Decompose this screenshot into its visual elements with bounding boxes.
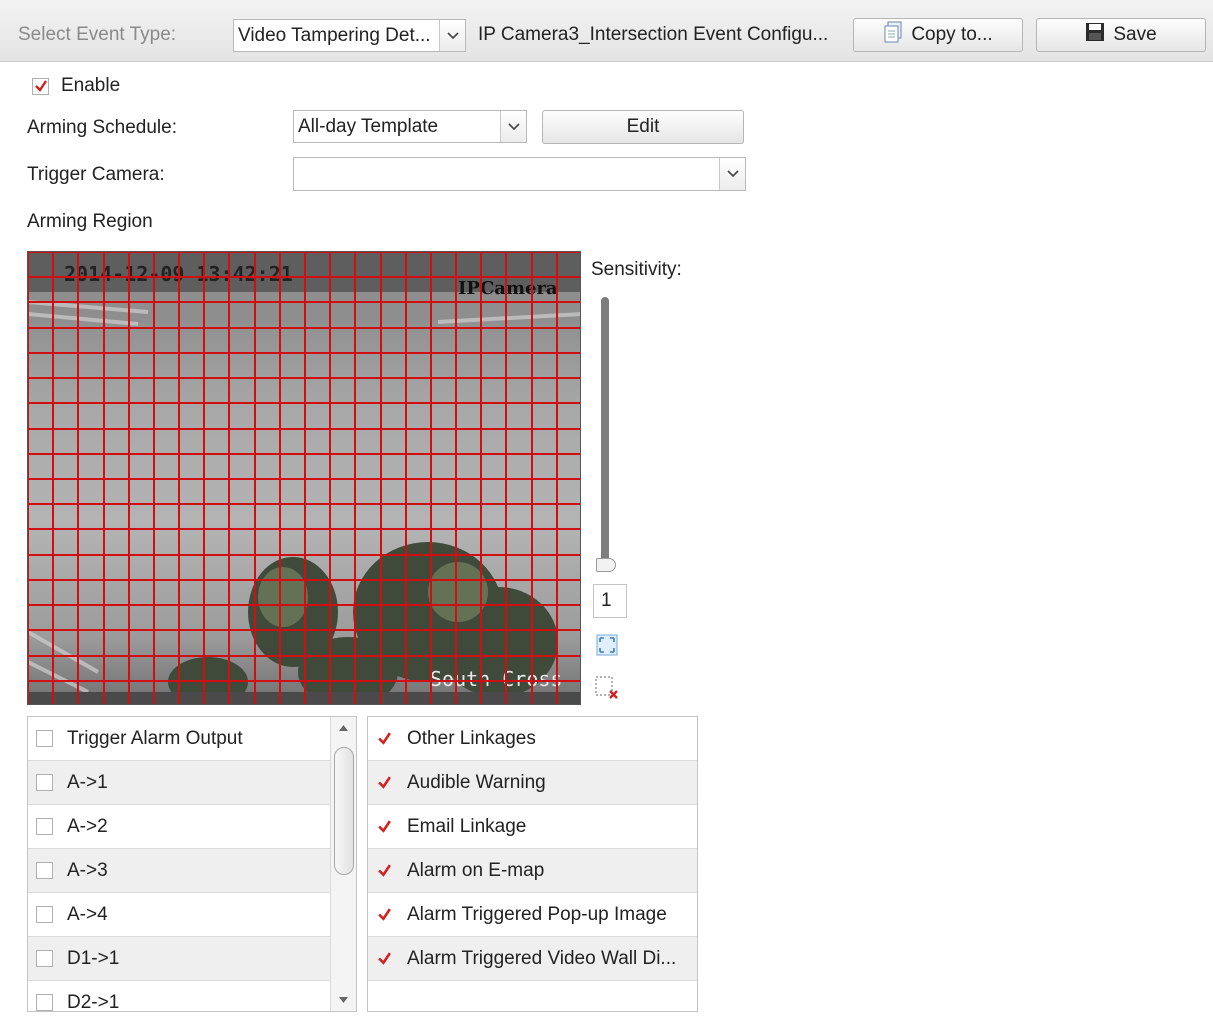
arming-schedule-label: Arming Schedule:: [27, 117, 177, 138]
linkage-label: Alarm on E-map: [407, 859, 545, 881]
linkage-checkbox[interactable]: [376, 818, 393, 835]
alarm-output-label: A->1: [67, 771, 108, 793]
arming-schedule-value: All-day Template: [298, 115, 439, 137]
save-label: Save: [1113, 24, 1157, 45]
alarm-output-checkbox[interactable]: [36, 950, 53, 967]
alarm-output-item[interactable]: A->3: [28, 849, 332, 893]
linkage-item[interactable]: Audible Warning: [368, 761, 697, 805]
alarm-output-label: D1->1: [67, 947, 120, 969]
enable-label: Enable: [61, 75, 121, 96]
copy-to-button[interactable]: Copy to...: [853, 18, 1023, 52]
alarm-output-item[interactable]: A->4: [28, 893, 332, 937]
linkage-checkbox[interactable]: [376, 862, 393, 879]
event-type-select[interactable]: Video Tampering Det...: [233, 19, 466, 52]
linkage-item[interactable]: Alarm on E-map: [368, 849, 697, 893]
scroll-thumb[interactable]: [334, 747, 354, 875]
linkage-header[interactable]: Other Linkages: [368, 717, 697, 761]
trigger-camera-label: Trigger Camera:: [27, 164, 165, 185]
event-type-value: Video Tampering Det...: [238, 24, 431, 46]
alarm-output-scrollbar[interactable]: [330, 717, 356, 1011]
alarm-output-checkbox[interactable]: [36, 862, 53, 879]
linkage-label: Alarm Triggered Video Wall Di...: [407, 947, 677, 969]
copy-icon: [883, 21, 903, 49]
sensitivity-label: Sensitivity:: [591, 259, 682, 280]
enable-checkbox-row[interactable]: Enable: [32, 75, 120, 97]
linkage-item[interactable]: Alarm Triggered Pop-up Image: [368, 893, 697, 937]
trigger-camera-select[interactable]: [293, 157, 746, 191]
chevron-down-icon[interactable]: [500, 111, 526, 142]
alarm-output-header[interactable]: Trigger Alarm Output: [28, 717, 332, 761]
scroll-up-arrow-icon[interactable]: [331, 717, 356, 739]
edit-label: Edit: [626, 116, 660, 137]
alarm-output-checkbox[interactable]: [36, 818, 53, 835]
linkage-checkbox[interactable]: [376, 906, 393, 923]
arming-region-label: Arming Region: [27, 211, 153, 232]
linkage-header-label: Other Linkages: [407, 727, 536, 749]
alarm-output-header-label: Trigger Alarm Output: [67, 727, 243, 749]
select-all-grid-icon[interactable]: [596, 634, 618, 656]
alarm-output-label: D2->1: [67, 991, 120, 1012]
scroll-down-arrow-icon[interactable]: [331, 989, 356, 1011]
sensitivity-slider-thumb[interactable]: [596, 558, 616, 572]
copy-to-label: Copy to...: [911, 24, 993, 45]
edit-schedule-button[interactable]: Edit: [542, 110, 744, 144]
linkage-item[interactable]: Email Linkage: [368, 805, 697, 849]
linkage-label: Audible Warning: [407, 771, 546, 793]
chevron-down-icon[interactable]: [439, 20, 465, 51]
linkage-label: Alarm Triggered Pop-up Image: [407, 903, 667, 925]
event-type-label: Select Event Type:: [18, 24, 177, 45]
alarm-output-item[interactable]: A->2: [28, 805, 332, 849]
linkage-select-all-checkbox[interactable]: [376, 730, 393, 747]
config-title: IP Camera3_Intersection Event Configu...: [478, 24, 829, 45]
clear-region-icon[interactable]: [594, 675, 620, 701]
video-scene: 2014-12-09 13:42:21 IPCamera South Cross: [28, 252, 580, 704]
alarm-output-checkbox[interactable]: [36, 774, 53, 791]
enable-checkbox[interactable]: [32, 77, 49, 95]
linkage-panel: Other Linkages Audible Warning Email Linka…: [367, 716, 698, 1012]
save-button[interactable]: Save: [1036, 18, 1206, 52]
linkage-checkbox[interactable]: [376, 774, 393, 791]
alarm-output-label: A->4: [67, 903, 108, 925]
video-location: South Cross: [430, 667, 562, 691]
linkage-label: Email Linkage: [407, 815, 527, 837]
arming-region-video[interactable]: 2014-12-09 13:42:21 IPCamera South Cross: [27, 251, 581, 705]
video-camera-name: IPCamera: [458, 278, 558, 299]
linkage-checkbox[interactable]: [376, 950, 393, 967]
chevron-down-icon[interactable]: [719, 158, 745, 190]
linkage-item[interactable]: Alarm Triggered Video Wall Di...: [368, 937, 697, 981]
save-icon: [1085, 22, 1105, 48]
sensitivity-slider-track[interactable]: [601, 297, 609, 565]
sensitivity-value: 1: [601, 590, 612, 611]
alarm-output-item[interactable]: D1->1: [28, 937, 332, 981]
alarm-output-checkbox[interactable]: [36, 906, 53, 923]
arming-schedule-select[interactable]: All-day Template: [293, 110, 527, 143]
alarm-output-item[interactable]: D2->1: [28, 981, 332, 1012]
alarm-output-select-all-checkbox[interactable]: [36, 730, 53, 747]
alarm-output-label: A->2: [67, 815, 108, 837]
alarm-output-panel: Trigger Alarm Output A->1 A->2 A->3 A->4 D1->…: [27, 716, 357, 1012]
alarm-output-checkbox[interactable]: [36, 994, 53, 1011]
alarm-output-item[interactable]: A->1: [28, 761, 332, 805]
alarm-output-label: A->3: [67, 859, 108, 881]
sensitivity-value-field[interactable]: 1: [593, 584, 627, 618]
